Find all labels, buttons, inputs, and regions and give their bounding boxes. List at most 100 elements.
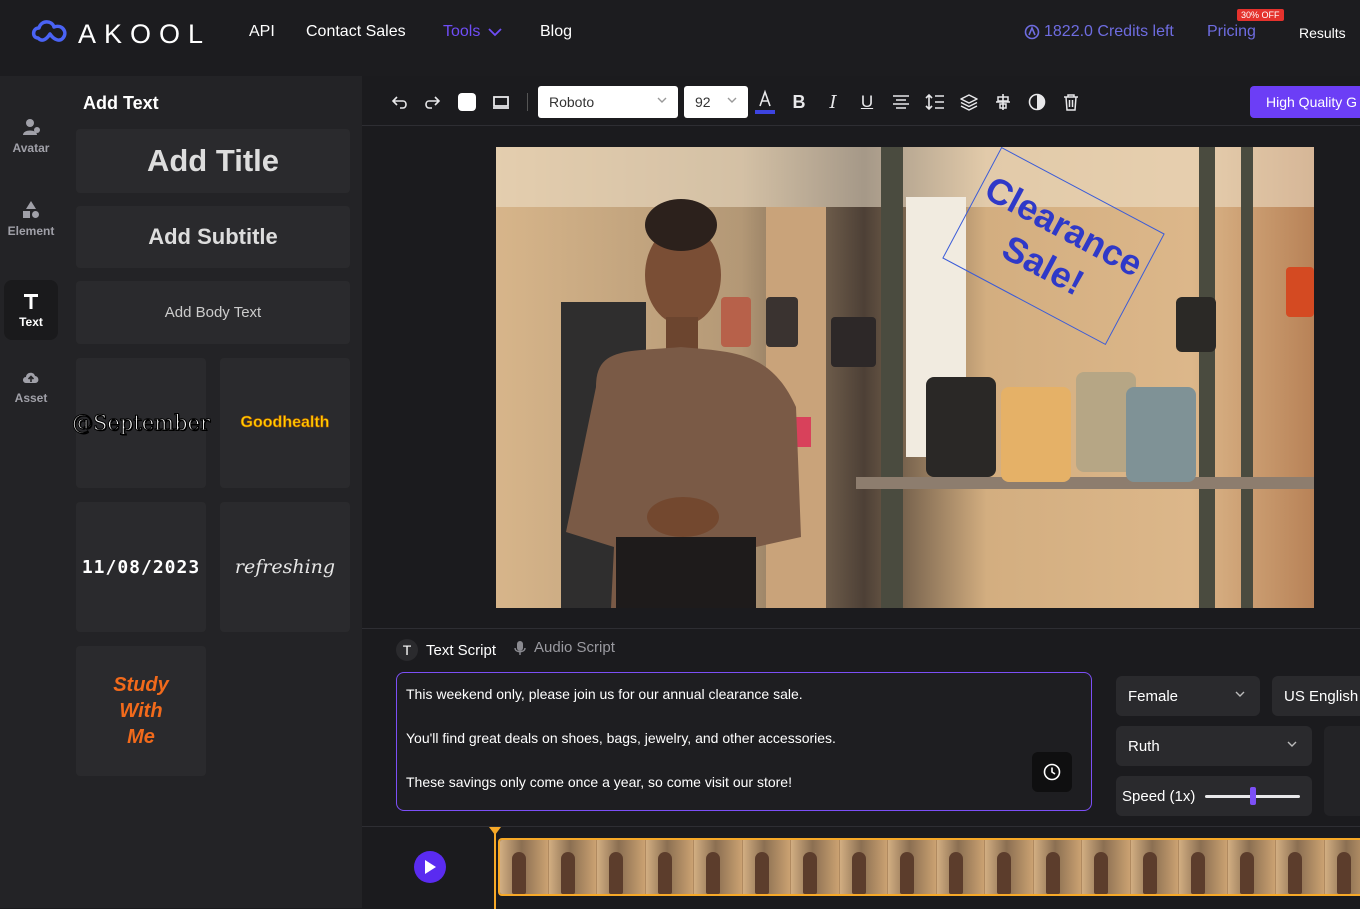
nav-results[interactable]: Results: [1299, 25, 1346, 41]
chevron-down-icon: [656, 94, 668, 106]
nav-contact-sales[interactable]: Contact Sales: [306, 23, 406, 41]
script-line: This weekend only, please join us for ou…: [406, 683, 1082, 705]
shapes-icon: [21, 200, 41, 220]
sidebar-item-label: Avatar: [13, 141, 50, 155]
font-size-value: 92: [695, 94, 711, 110]
language-select[interactable]: US English: [1272, 676, 1360, 716]
sidebar-item-label: Element: [8, 224, 55, 238]
preset-september[interactable]: @September: [76, 358, 206, 488]
gender-select[interactable]: Female: [1116, 676, 1260, 716]
left-sidebar: Avatar Element Text Asset: [0, 76, 62, 908]
italic-icon[interactable]: I: [823, 92, 843, 112]
clock-icon: [1043, 763, 1061, 781]
logo[interactable]: AKOOL: [30, 16, 211, 52]
chevron-down-icon: [1286, 738, 1298, 750]
timeline-frame: [1276, 840, 1325, 894]
voice-select[interactable]: Ruth: [1116, 726, 1312, 766]
timeline-frame: [1082, 840, 1131, 894]
sidebar-item-element[interactable]: Element: [4, 189, 58, 249]
bold-icon[interactable]: B: [789, 92, 809, 112]
add-body-text-button[interactable]: Add Body Text: [76, 281, 350, 344]
panel-title: Add Text: [83, 93, 159, 114]
tab-audio-script[interactable]: Audio Script: [514, 639, 615, 656]
speed-control: Speed (1x): [1116, 776, 1312, 816]
timeline-frame: [1034, 840, 1083, 894]
layers-icon[interactable]: [959, 92, 979, 112]
script-area: T Text Script Audio Script This weekend …: [362, 628, 1360, 826]
timeline-frame: [549, 840, 598, 894]
preset-refreshing[interactable]: refreshing: [220, 502, 350, 632]
microphone-icon: [514, 640, 526, 656]
tab-audio-script-label: Audio Script: [534, 639, 615, 656]
underline-icon[interactable]: U: [857, 92, 877, 112]
history-button[interactable]: [1032, 752, 1072, 792]
high-quality-generate-button[interactable]: High Quality G: [1250, 86, 1360, 118]
align-center-icon[interactable]: [891, 92, 911, 112]
undo-icon[interactable]: [390, 92, 410, 112]
nav-blog[interactable]: Blog: [540, 23, 572, 41]
timeline-frame: [791, 840, 840, 894]
discount-badge: 30% OFF: [1237, 9, 1284, 21]
chevron-down-icon: [726, 94, 738, 106]
video-preview[interactable]: Clearance Sale!: [496, 147, 1314, 608]
editor-toolbar: Roboto 92 B I U High Quality G: [362, 76, 1360, 126]
speed-label: Speed (1x): [1122, 788, 1195, 805]
sidebar-item-text[interactable]: Text: [4, 280, 58, 340]
tab-text-script-label: Text Script: [426, 642, 496, 659]
text-icon: [21, 291, 41, 311]
font-family-select[interactable]: Roboto: [538, 86, 678, 118]
sidebar-item-label: Asset: [15, 391, 48, 405]
background-color-swatch[interactable]: [457, 92, 477, 112]
timeline-frame: [888, 840, 937, 894]
sidebar-item-avatar[interactable]: Avatar: [4, 106, 58, 166]
sidebar-item-label: Text: [19, 315, 43, 329]
nav-tools[interactable]: Tools: [443, 23, 502, 41]
voice-value: Ruth: [1128, 738, 1160, 755]
timeline-frame: [1228, 840, 1277, 894]
playhead[interactable]: [494, 827, 496, 909]
cloud-upload-icon: [21, 367, 41, 387]
play-icon: [423, 859, 437, 875]
add-subtitle-button[interactable]: Add Subtitle: [76, 206, 350, 268]
line-height-icon[interactable]: [925, 92, 945, 112]
timeline-frame: [1179, 840, 1228, 894]
text-icon: T: [396, 639, 418, 661]
play-button[interactable]: [414, 851, 446, 883]
timeline-frame: [743, 840, 792, 894]
nav-api[interactable]: API: [249, 23, 275, 41]
timeline-frame: [1325, 840, 1360, 894]
opacity-icon[interactable]: [1027, 92, 1047, 112]
avatar-icon: [21, 117, 41, 137]
tab-text-script[interactable]: T Text Script: [396, 639, 496, 661]
timeline-frame: [597, 840, 646, 894]
font-size-select[interactable]: 92: [684, 86, 748, 118]
language-value: US English: [1284, 688, 1358, 705]
speed-slider-thumb[interactable]: [1250, 787, 1256, 805]
sidebar-item-asset[interactable]: Asset: [4, 356, 58, 416]
brand-name: AKOOL: [78, 19, 211, 50]
chevron-down-icon: [488, 27, 502, 37]
timeline-frame: [840, 840, 889, 894]
preset-date[interactable]: 11/08/2023: [76, 502, 206, 632]
timeline-frame: [500, 840, 549, 894]
credits-indicator[interactable]: 1822.0 Credits left: [1024, 23, 1174, 41]
credits-text: 1822.0 Credits left: [1044, 23, 1174, 41]
timeline-frame: [694, 840, 743, 894]
timeline-frame: [646, 840, 695, 894]
add-title-button[interactable]: Add Title: [76, 129, 350, 193]
timeline-frame: [937, 840, 986, 894]
redo-icon[interactable]: [422, 92, 442, 112]
trash-icon[interactable]: [1061, 92, 1081, 112]
text-color-icon[interactable]: [755, 88, 775, 116]
timeline-frame: [1131, 840, 1180, 894]
preset-goodhealth[interactable]: Goodhealth: [220, 358, 350, 488]
preset-study-with-me[interactable]: Study With Me: [76, 646, 206, 776]
nav-pricing[interactable]: Pricing: [1207, 23, 1256, 41]
script-textarea[interactable]: This weekend only, please join us for ou…: [396, 672, 1092, 811]
nav-tools-label: Tools: [443, 23, 480, 41]
timeline-frame: [985, 840, 1034, 894]
timeline-frame-strip[interactable]: [498, 838, 1360, 896]
aspect-ratio-icon[interactable]: [491, 92, 511, 112]
top-nav: AKOOL API Contact Sales Tools Blog 1822.…: [0, 0, 1360, 76]
align-vertical-icon[interactable]: [993, 92, 1013, 112]
